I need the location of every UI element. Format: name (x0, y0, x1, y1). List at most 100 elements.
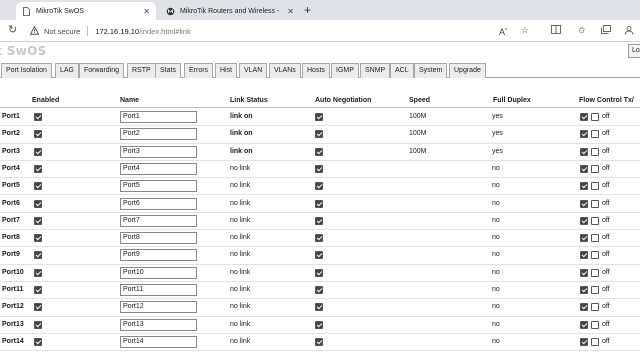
port-name-input[interactable]: Port3 (120, 145, 197, 158)
port-name-input[interactable]: Port13 (120, 318, 197, 331)
new-tab-icon[interactable]: + (304, 2, 311, 18)
auto-negotiation-checkbox[interactable] (315, 147, 323, 156)
enabled-checkbox[interactable] (34, 286, 42, 294)
tab-vlan[interactable]: VLAN (239, 63, 268, 78)
auto-negotiation-checkbox[interactable] (315, 130, 323, 139)
flow-control-tx-checkbox[interactable] (580, 147, 588, 156)
auto-negotiation-checkbox[interactable] (315, 216, 323, 225)
enabled-checkbox[interactable] (34, 113, 42, 121)
enabled-checkbox[interactable] (34, 216, 42, 225)
port-name-input[interactable]: Port2 (120, 128, 197, 141)
profile-icon[interactable] (624, 25, 634, 38)
tab-upgrade[interactable]: Upgrade (449, 63, 486, 78)
auto-negotiation-checkbox[interactable] (315, 268, 323, 277)
flow-control-tx-checkbox[interactable] (580, 337, 588, 346)
read-aloud-icon[interactable]: Aᵃ (499, 25, 507, 38)
flow-control-tx-checkbox[interactable] (580, 164, 588, 173)
collections-icon[interactable] (601, 25, 611, 37)
enabled-checkbox[interactable] (34, 199, 42, 208)
auto-negotiation-checkbox[interactable] (315, 199, 323, 208)
tab-rstp[interactable]: RSTP (127, 63, 156, 78)
flow-control-tx-checkbox[interactable] (580, 182, 588, 191)
flow-control-rx-checkbox[interactable] (591, 182, 599, 191)
flow-control-tx-checkbox[interactable] (580, 199, 588, 208)
address-bar[interactable]: Not secure 172.16.19.10/index.html#link (29, 23, 550, 39)
enabled-checkbox[interactable] (34, 251, 42, 260)
flow-control-rx-checkbox[interactable] (591, 147, 599, 156)
flow-control-tx-checkbox[interactable] (580, 234, 588, 243)
flow-control-tx-checkbox[interactable] (580, 216, 588, 225)
browser-tab-swos[interactable]: MikroTik SwOS ✕ (16, 2, 156, 20)
enabled-checkbox[interactable] (34, 320, 42, 329)
tab-system[interactable]: System (414, 63, 448, 78)
port-name-input[interactable]: Port12 (120, 301, 197, 314)
flow-control-rx-checkbox[interactable] (591, 234, 599, 243)
flow-control-rx-checkbox[interactable] (591, 113, 599, 121)
flow-control-tx-checkbox[interactable] (580, 268, 588, 277)
port-name-input[interactable]: Port14 (120, 335, 197, 348)
flow-control-rx-checkbox[interactable] (591, 320, 599, 329)
auto-negotiation-checkbox[interactable] (315, 251, 323, 260)
enabled-checkbox[interactable] (34, 164, 42, 173)
tab-hist[interactable]: Hist (215, 63, 238, 78)
flow-control-tx-checkbox[interactable] (580, 130, 588, 139)
tab-port-isolation[interactable]: Port Isolation (1, 63, 52, 78)
auto-negotiation-checkbox[interactable] (315, 320, 323, 329)
tab-vlans[interactable]: VLANs (269, 63, 301, 78)
port-name-input[interactable]: Port9 (120, 249, 197, 262)
auto-negotiation-checkbox[interactable] (315, 303, 323, 312)
split-screen-icon[interactable] (551, 25, 561, 37)
flow-control-rx-checkbox[interactable] (591, 337, 599, 346)
port-name-input[interactable]: Port11 (120, 284, 197, 296)
favorites-icon[interactable]: ✩ (578, 25, 586, 36)
auto-negotiation-checkbox[interactable] (315, 164, 323, 173)
tab-lag[interactable]: LAG (55, 63, 80, 78)
auto-negotiation-checkbox[interactable] (315, 182, 323, 191)
security-indicator[interactable]: Not secure (29, 25, 80, 37)
tab-hosts[interactable]: Hosts (302, 63, 330, 78)
port-name-input[interactable]: Port7 (120, 214, 197, 227)
port-name-input[interactable]: Port10 (120, 266, 197, 279)
flow-control-tx-checkbox[interactable] (580, 251, 588, 260)
flow-control-rx-checkbox[interactable] (591, 216, 599, 225)
auto-negotiation-checkbox[interactable] (315, 234, 323, 243)
close-tab-icon[interactable]: ✕ (143, 7, 150, 16)
flow-control-rx-checkbox[interactable] (591, 303, 599, 312)
flow-control-rx-checkbox[interactable] (591, 286, 599, 294)
flow-control-tx-checkbox[interactable] (580, 320, 588, 329)
enabled-checkbox[interactable] (34, 147, 42, 156)
flow-control-rx-checkbox[interactable] (591, 130, 599, 139)
tab-igmp[interactable]: IGMP (331, 63, 359, 78)
enabled-checkbox[interactable] (34, 234, 42, 243)
port-name-input[interactable]: Port1 (120, 111, 197, 123)
enabled-checkbox[interactable] (34, 268, 42, 277)
flow-control-rx-checkbox[interactable] (591, 164, 599, 173)
close-tab-icon[interactable]: ✕ (287, 7, 294, 16)
flow-control-rx-checkbox[interactable] (591, 268, 599, 277)
flow-control-tx-checkbox[interactable] (580, 113, 588, 121)
favorite-star-icon[interactable]: ☆ (521, 25, 529, 36)
flow-control-tx-checkbox[interactable] (580, 303, 588, 312)
auto-negotiation-checkbox[interactable] (315, 286, 323, 294)
enabled-checkbox[interactable] (34, 130, 42, 139)
enabled-checkbox[interactable] (34, 182, 42, 191)
tab-snmp[interactable]: SNMP (360, 63, 391, 78)
port-name-input[interactable]: Port5 (120, 180, 197, 193)
tab-forwarding[interactable]: Forwarding (79, 63, 125, 78)
auto-negotiation-checkbox[interactable] (315, 113, 323, 121)
flow-control-tx-checkbox[interactable] (580, 286, 588, 294)
refresh-icon[interactable]: ↻ (8, 24, 17, 37)
logout-button[interactable]: Lo (628, 44, 640, 58)
port-name-input[interactable]: Port6 (120, 197, 197, 210)
enabled-checkbox[interactable] (34, 337, 42, 346)
tab-stats[interactable]: Stats (155, 63, 181, 78)
flow-control-rx-checkbox[interactable] (591, 251, 599, 260)
enabled-checkbox[interactable] (34, 303, 42, 312)
tab-errors[interactable]: Errors (184, 63, 214, 78)
port-name-input[interactable]: Port4 (120, 162, 197, 175)
auto-negotiation-checkbox[interactable] (315, 337, 323, 346)
port-name-input[interactable]: Port8 (120, 232, 197, 245)
flow-control-rx-checkbox[interactable] (591, 199, 599, 208)
browser-tab-mikrotik[interactable]: MikroTik Routers and Wireless - ✕ (160, 2, 300, 20)
tab-acl[interactable]: ACL (390, 63, 414, 78)
